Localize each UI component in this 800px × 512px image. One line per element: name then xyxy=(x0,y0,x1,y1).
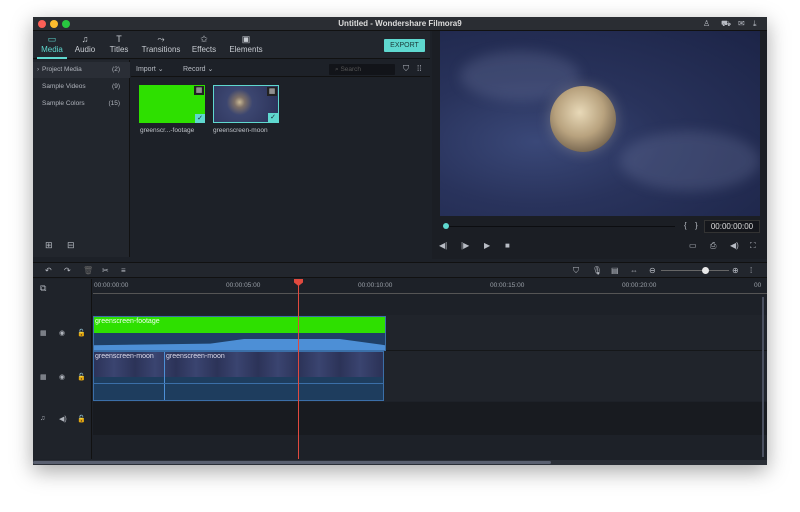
stop-icon[interactable]: ■ xyxy=(505,241,510,250)
tab-transitions[interactable]: ⤳ Transitions xyxy=(139,31,183,59)
media-item-label: greenscr...-footage xyxy=(140,127,195,134)
preview-video xyxy=(440,31,760,216)
tab-elements[interactable]: ▣ Elements xyxy=(226,31,266,59)
clip-greenscreen-footage[interactable]: greenscreen-footage xyxy=(93,316,386,351)
import-dropdown[interactable]: Import ⌄ xyxy=(136,65,164,73)
ruler-label: 00:00:10:00 xyxy=(358,282,393,289)
voiceover-icon[interactable]: ▤ xyxy=(611,266,619,275)
search-input[interactable]: ⌕ Search xyxy=(329,64,395,75)
clip-label: greenscreen-footage xyxy=(95,318,160,325)
transition-icon: ⤳ xyxy=(157,34,165,44)
cart-icon[interactable]: ⛟ xyxy=(721,19,731,29)
tab-effects[interactable]: ✩ Effects xyxy=(189,31,219,59)
add-track-icon[interactable]: ⧉ xyxy=(40,283,46,294)
timeline-toolbar: ↶ ↷ 🗑 ✂ ≡ ⛉ 🎙 ▤ ⇔ ⊖ ⊕ ⁞ xyxy=(33,262,767,278)
zoom-slider-handle[interactable] xyxy=(702,267,709,274)
previous-frame-icon[interactable]: ◀| xyxy=(439,241,447,250)
track-headers: ⧉ ▦ ◉ 🔓 ▦ ◉ 🔓 ♫ ◀) 🔓 xyxy=(33,279,92,459)
export-button[interactable]: EXPORT xyxy=(384,39,425,52)
text-icon: T xyxy=(116,34,122,44)
sidebar-item-sample-videos[interactable]: Sample Videos (9) xyxy=(33,79,130,95)
marker-icon[interactable]: ⛉ xyxy=(573,266,579,276)
title-bar: Untitled - Wondershare Filmora9 ♙ ⛟ ✉ ⤓ xyxy=(33,17,767,31)
media-sidebar: › Project Media (2) Sample Videos (9) Sampl… xyxy=(33,60,130,257)
grid-view-icon[interactable]: ⁞⁞ xyxy=(417,64,421,73)
moon-image xyxy=(550,86,616,152)
ruler-label: 00:00:00:00 xyxy=(94,282,129,289)
ruler-label: 00 xyxy=(754,282,762,289)
timecode-display: 00:00:00:00 xyxy=(704,220,760,233)
mark-out-icon[interactable]: } xyxy=(695,221,698,230)
image-icon: ▣ xyxy=(241,34,251,44)
add-folder-icon[interactable]: ⊞ xyxy=(45,240,53,251)
chevron-right-icon: › xyxy=(37,66,40,73)
record-dropdown[interactable]: Record ⌄ xyxy=(183,65,213,73)
volume-icon[interactable]: ◀) xyxy=(59,415,67,423)
sidebar-item-sample-colors[interactable]: Sample Colors (15) xyxy=(33,96,130,112)
microphone-icon[interactable]: 🎙 xyxy=(592,266,602,275)
lock-icon[interactable]: 🔓 xyxy=(77,415,86,423)
lock-icon[interactable]: 🔓 xyxy=(77,373,86,381)
undo-icon[interactable]: ↶ xyxy=(45,266,52,275)
ruler-label: 00:00:05:00 xyxy=(226,282,261,289)
check-icon: ✓ xyxy=(268,113,278,122)
clip-greenscreen-moon[interactable]: greenscreen-moon greenscreen-moon xyxy=(93,351,384,401)
horizontal-scrollbar[interactable] xyxy=(33,460,767,465)
sidebar-item-project-media[interactable]: › Project Media (2) xyxy=(33,62,130,78)
film-icon: ▦ xyxy=(194,86,204,95)
tab-titles[interactable]: T Titles xyxy=(105,31,133,59)
vertical-scrollbar[interactable] xyxy=(762,297,764,457)
video-track-icon: ▦ xyxy=(40,330,47,337)
tab-media[interactable]: ▭ Media xyxy=(37,31,67,59)
remove-folder-icon[interactable]: ⊟ xyxy=(67,240,75,251)
fullscreen-icon[interactable]: ⛶ xyxy=(750,241,756,251)
fit-icon[interactable]: ⇔ xyxy=(630,266,638,275)
snapshot-icon[interactable]: ⎙ xyxy=(710,241,716,251)
play-pause-icon[interactable]: |▶ xyxy=(461,241,469,250)
tab-audio[interactable]: ♫ Audio xyxy=(71,31,99,59)
folder-icon: ▭ xyxy=(47,34,57,44)
media-item-moon[interactable]: ▦ ✓ xyxy=(213,85,279,123)
audio-track-icon: ♫ xyxy=(40,415,46,422)
effects-icon: ✩ xyxy=(200,34,208,44)
eye-icon[interactable]: ◉ xyxy=(59,329,65,337)
eye-icon[interactable]: ◉ xyxy=(59,373,65,381)
volume-icon[interactable]: ◀) xyxy=(730,241,739,250)
audio-waveform xyxy=(94,335,385,350)
zoom-slider[interactable] xyxy=(661,270,729,271)
preview-scrubber[interactable] xyxy=(445,226,675,227)
media-item-footage[interactable]: ▦ ✓ xyxy=(139,85,205,123)
lock-icon[interactable]: 🔓 xyxy=(77,329,86,337)
video-track-icon: ▦ xyxy=(40,374,47,381)
ruler-label: 00:00:15:00 xyxy=(490,282,525,289)
display-settings-icon[interactable]: ▭ xyxy=(689,241,697,250)
timeline-ruler[interactable]: 00:00:00:00 00:00:05:00 00:00:10:00 00:0… xyxy=(93,279,767,297)
scrubber-handle[interactable] xyxy=(443,223,449,229)
download-icon[interactable]: ⤓ xyxy=(753,19,757,29)
mail-icon[interactable]: ✉ xyxy=(738,19,745,28)
app-window: Untitled - Wondershare Filmora9 ♙ ⛟ ✉ ⤓ … xyxy=(33,17,767,465)
adjust-icon[interactable]: ≡ xyxy=(121,266,126,275)
music-note-icon: ♫ xyxy=(81,34,89,44)
audio-track xyxy=(93,402,767,435)
mark-in-icon[interactable]: { xyxy=(684,221,687,230)
playhead[interactable] xyxy=(298,279,299,459)
cut-icon[interactable]: ✂ xyxy=(102,266,109,275)
clip-label: greenscreen-moon xyxy=(166,353,225,360)
clip-label: greenscreen-moon xyxy=(95,353,154,360)
play-icon[interactable]: ▶ xyxy=(484,241,490,250)
filter-icon[interactable]: ⛉ xyxy=(403,64,409,74)
check-icon: ✓ xyxy=(195,114,205,123)
library-tabs: ▭ Media ♫ Audio T Titles ⤳ Transitions ✩ Effe… xyxy=(33,31,430,59)
film-icon: ▦ xyxy=(267,87,277,96)
media-item-label: greenscreen-moon xyxy=(213,127,268,134)
zoom-in-icon[interactable]: ⊕ xyxy=(732,266,739,275)
account-icon[interactable]: ♙ xyxy=(703,19,710,28)
delete-icon[interactable]: 🗑 xyxy=(83,266,93,275)
zoom-out-icon[interactable]: ⊖ xyxy=(649,266,656,275)
window-title: Untitled - Wondershare Filmora9 xyxy=(338,19,462,28)
ruler-label: 00:00:20:00 xyxy=(622,282,657,289)
panel-handle-icon[interactable]: ⁞ xyxy=(750,266,752,275)
redo-icon[interactable]: ↷ xyxy=(64,266,71,275)
